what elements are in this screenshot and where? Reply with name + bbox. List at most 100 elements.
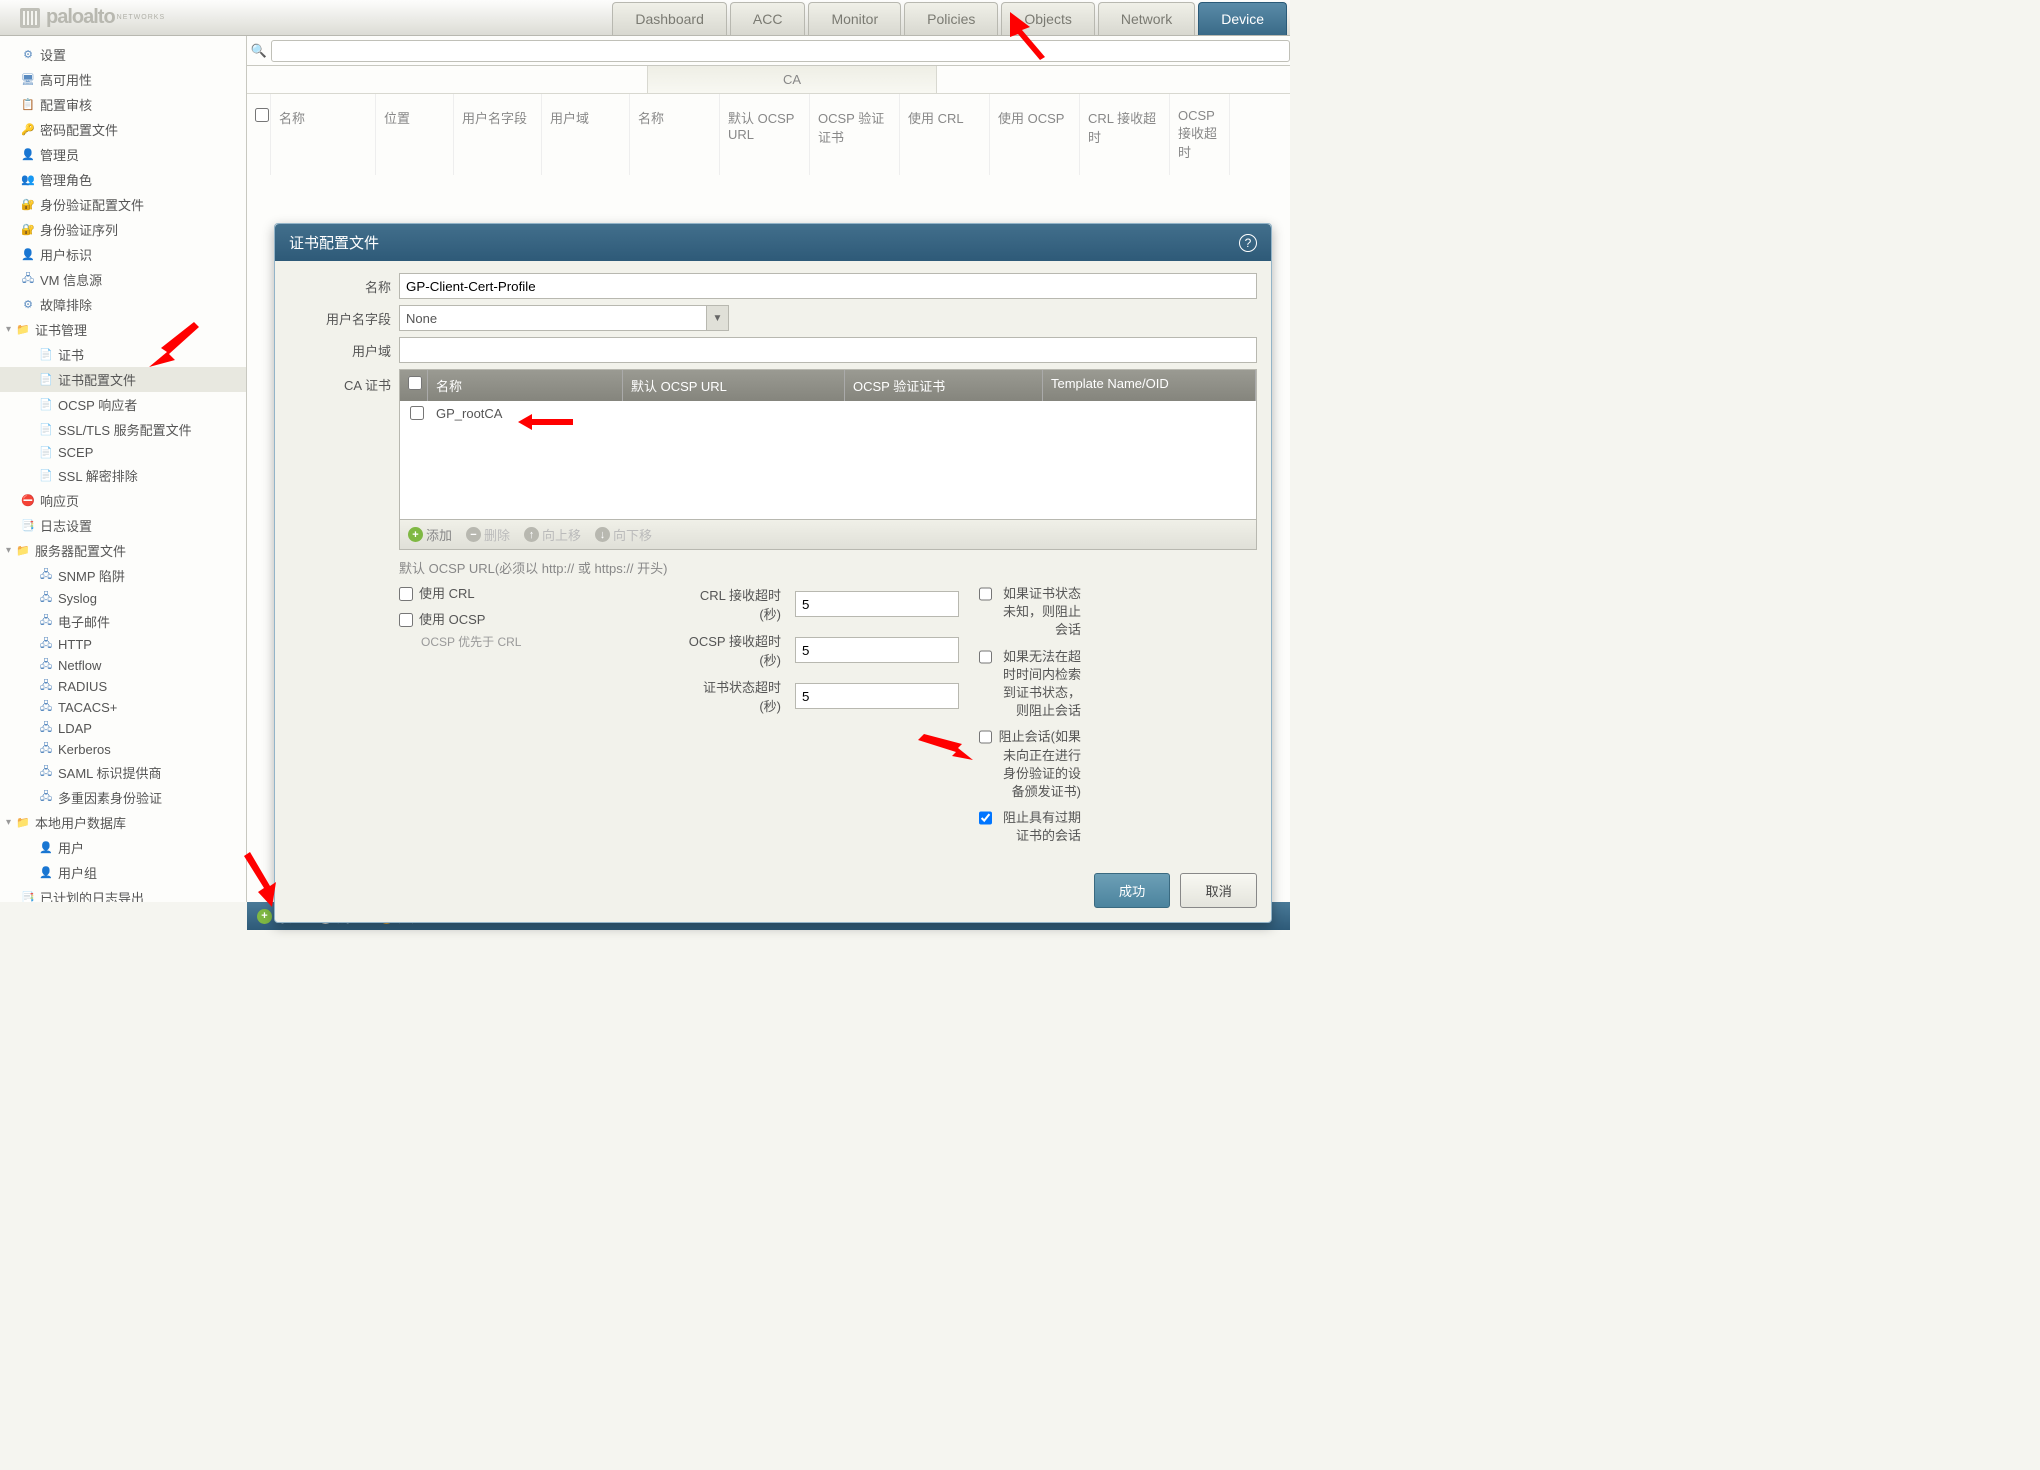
sidebar-item[interactable]: 🖥高可用性 (0, 67, 246, 92)
tab-device[interactable]: Device (1198, 2, 1287, 35)
tab-dashboard[interactable]: Dashboard (612, 2, 727, 35)
cert-icon: 📄 (38, 423, 54, 437)
ca-move-up-button[interactable]: ↑向上移 (524, 525, 581, 544)
block-expired-cert-checkbox[interactable]: 阻止具有过期证书的会话 (979, 809, 1089, 845)
sidebar-item[interactable]: 📁本地用户数据库 (0, 810, 246, 835)
col-user-domain[interactable]: 用户域 (542, 94, 630, 175)
cancel-button[interactable]: 取消 (1180, 873, 1257, 908)
sidebar-item[interactable]: ⛔响应页 (0, 488, 246, 513)
crl-timeout-input[interactable] (795, 591, 959, 617)
dialog-title: 证书配置文件 (289, 232, 379, 253)
sidebar-item[interactable]: 📑已计划的日志导出 (0, 885, 246, 902)
srv-icon: 🖧 (38, 615, 54, 629)
minus-icon: − (466, 527, 481, 542)
search-input[interactable] (271, 40, 1290, 62)
dialog-title-bar[interactable]: 证书配置文件 ? (275, 224, 1271, 261)
sidebar-item[interactable]: 🖧SNMP 陷阱 (0, 563, 246, 588)
use-crl-checkbox[interactable]: 使用 CRL (399, 585, 509, 603)
sidebar-item[interactable]: ⚙故障排除 (0, 292, 246, 317)
search-bar: 🔍 (247, 36, 1290, 66)
sidebar-item[interactable]: 📁证书管理 (0, 317, 246, 342)
sidebar-item[interactable]: 🖧Kerberos (0, 739, 246, 760)
user-domain-input[interactable] (399, 337, 1257, 363)
sidebar-item[interactable]: 🖧多重因素身份验证 (0, 785, 246, 810)
sidebar[interactable]: ⚙设置🖥高可用性📋配置审核🔑密码配置文件👤管理员👥管理角色🔐身份验证配置文件🔐身… (0, 36, 247, 902)
sidebar-item[interactable]: 👥管理角色 (0, 167, 246, 192)
sidebar-item[interactable]: 🖧LDAP (0, 718, 246, 739)
ocsp-timeout-label: OCSP 接收超时 (秒) (679, 631, 789, 669)
sidebar-item[interactable]: 👤用户标识 (0, 242, 246, 267)
block-unauthenticated-checkbox[interactable]: 阻止会话(如果未向正在进行身份验证的设备颁发证书) (979, 728, 1089, 801)
sidebar-item[interactable]: 👤用户 (0, 835, 246, 860)
sidebar-item[interactable]: 📄SSL/TLS 服务配置文件 (0, 417, 246, 442)
col-username-field[interactable]: 用户名字段 (454, 94, 542, 175)
block-timeout-checkbox[interactable]: 如果无法在超时时间内检索到证书状态，则阻止会话 (979, 648, 1089, 721)
sidebar-item[interactable]: 📋配置审核 (0, 92, 246, 117)
srv-icon: 🖧 (38, 659, 54, 673)
ca-row-checkbox[interactable] (410, 406, 424, 420)
ca-table-row[interactable]: GP_rootCA (400, 401, 1256, 428)
ca-add-button[interactable]: +添加 (408, 525, 452, 544)
sidebar-item[interactable]: 🖧HTTP (0, 634, 246, 655)
ca-col-ocsp-cert[interactable]: OCSP 验证证书 (845, 370, 1043, 401)
plus-icon: + (408, 527, 423, 542)
block-unknown-status-checkbox[interactable]: 如果证书状态未知，则阻止会话 (979, 585, 1089, 640)
sidebar-item[interactable]: 📄OCSP 响应者 (0, 392, 246, 417)
sidebar-item[interactable]: 🖧TACACS+ (0, 697, 246, 718)
sidebar-item[interactable]: 🖧电子邮件 (0, 609, 246, 634)
col-use-ocsp[interactable]: 使用 OCSP (990, 94, 1080, 175)
col-ocsp-timeout[interactable]: OCSP 接收超时 (1170, 94, 1230, 175)
sidebar-item[interactable]: 🖧Syslog (0, 588, 246, 609)
sidebar-item[interactable]: 📄证书 (0, 342, 246, 367)
sidebar-item[interactable]: 🖧Netflow (0, 655, 246, 676)
sidebar-item[interactable]: 🔐身份验证序列 (0, 217, 246, 242)
ca-select-all-checkbox[interactable] (408, 376, 422, 390)
certificate-profile-dialog: 证书配置文件 ? 名称 用户名字段 None ▼ 用户域 CA 证书 (274, 223, 1272, 923)
ca-col-template[interactable]: Template Name/OID (1043, 370, 1256, 401)
sidebar-item[interactable]: 👤用户组 (0, 860, 246, 885)
sidebar-item[interactable]: 🖧RADIUS (0, 676, 246, 697)
ca-col-ocsp-url[interactable]: 默认 OCSP URL (623, 370, 845, 401)
sidebar-item[interactable]: 📑日志设置 (0, 513, 246, 538)
col-ca-name[interactable]: 名称 (630, 94, 720, 175)
sidebar-item[interactable]: 📁服务器配置文件 (0, 538, 246, 563)
name-input[interactable] (399, 273, 1257, 299)
ca-table-toolbar: +添加 −删除 ↑向上移 ↓向下移 (399, 520, 1257, 550)
user-icon: 👤 (20, 148, 36, 162)
ca-delete-button[interactable]: −删除 (466, 525, 510, 544)
sidebar-item[interactable]: 🖧VM 信息源 (0, 267, 246, 292)
cert-icon: 📄 (38, 373, 54, 387)
ok-button[interactable]: 成功 (1094, 873, 1171, 908)
use-ocsp-checkbox[interactable]: 使用 OCSP (399, 611, 509, 629)
sidebar-item-label: LDAP (58, 721, 92, 736)
role-icon: 👥 (20, 173, 36, 187)
tab-policies[interactable]: Policies (904, 2, 998, 35)
sidebar-item[interactable]: 📄SCEP (0, 442, 246, 463)
sidebar-item[interactable]: 📄SSL 解密排除 (0, 463, 246, 488)
search-icon: 🔍 (247, 43, 271, 59)
col-ocsp-cert[interactable]: OCSP 验证证书 (810, 94, 900, 175)
tab-acc[interactable]: ACC (730, 2, 806, 35)
tab-network[interactable]: Network (1098, 2, 1195, 35)
cert-status-timeout-input[interactable] (795, 683, 959, 709)
sidebar-item[interactable]: 🔐身份验证配置文件 (0, 192, 246, 217)
sidebar-item[interactable]: 🔑密码配置文件 (0, 117, 246, 142)
ocsp-timeout-input[interactable] (795, 637, 959, 663)
ca-move-down-button[interactable]: ↓向下移 (595, 525, 652, 544)
sidebar-item[interactable]: ⚙设置 (0, 42, 246, 67)
select-all-checkbox[interactable] (255, 108, 269, 122)
sidebar-item[interactable]: 📄证书配置文件 (0, 367, 246, 392)
sidebar-item[interactable]: 🖧SAML 标识提供商 (0, 760, 246, 785)
help-icon[interactable]: ? (1239, 234, 1257, 252)
col-crl-timeout[interactable]: CRL 接收超时 (1080, 94, 1170, 175)
sidebar-item-label: 本地用户数据库 (35, 813, 126, 832)
tab-objects[interactable]: Objects (1001, 2, 1094, 35)
sidebar-item[interactable]: 👤管理员 (0, 142, 246, 167)
col-location[interactable]: 位置 (376, 94, 454, 175)
col-name[interactable]: 名称 (271, 94, 376, 175)
ca-col-name[interactable]: 名称 (428, 370, 623, 401)
tab-monitor[interactable]: Monitor (808, 2, 901, 35)
col-ocsp-url[interactable]: 默认 OCSP URL (720, 94, 810, 175)
col-use-crl[interactable]: 使用 CRL (900, 94, 990, 175)
username-field-select[interactable]: None ▼ (399, 305, 729, 331)
